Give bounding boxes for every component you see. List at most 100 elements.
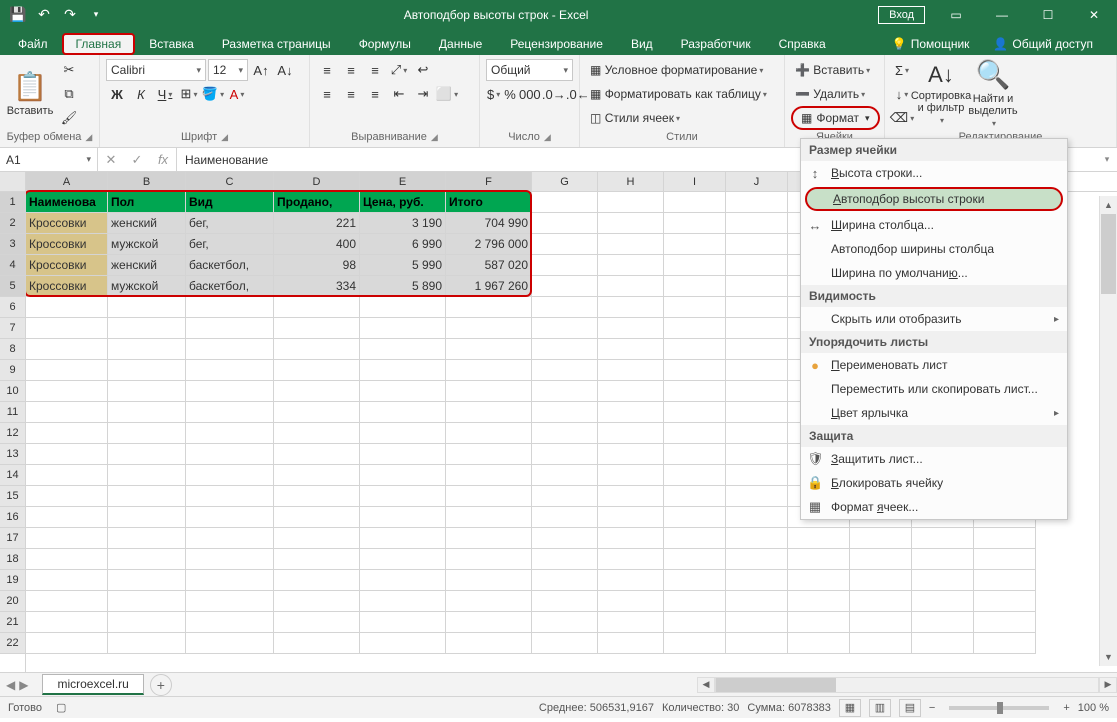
row-header[interactable]: 3 (0, 234, 25, 255)
cell[interactable] (360, 633, 446, 654)
align-bottom-icon[interactable]: ≡ (364, 59, 386, 81)
font-color-icon[interactable]: A (226, 83, 248, 105)
dd-default-width[interactable]: Ширина по умолчанию... (801, 261, 1067, 285)
cell[interactable] (26, 402, 108, 423)
cell[interactable] (598, 570, 664, 591)
cell[interactable] (532, 423, 598, 444)
indent-right-icon[interactable]: ⇥ (412, 83, 434, 105)
cell[interactable] (850, 591, 912, 612)
cell[interactable] (532, 318, 598, 339)
cut-icon[interactable]: ✂ (58, 59, 80, 81)
cell[interactable] (912, 570, 974, 591)
cell[interactable] (26, 423, 108, 444)
cell[interactable] (598, 423, 664, 444)
cell[interactable] (532, 297, 598, 318)
row-header[interactable]: 1 (0, 192, 25, 213)
cell[interactable] (26, 633, 108, 654)
borders-icon[interactable]: ⊞ (178, 83, 200, 105)
cell[interactable] (186, 633, 274, 654)
cell[interactable]: баскетбол, (186, 276, 274, 297)
cell[interactable]: 5 890 (360, 276, 446, 297)
dd-tab-color[interactable]: Цвет ярлычка (801, 401, 1067, 425)
horizontal-scrollbar[interactable]: ◀ ▶ (697, 677, 1117, 693)
cell[interactable] (598, 549, 664, 570)
cell[interactable]: Кроссовки (26, 234, 108, 255)
cell[interactable] (726, 486, 788, 507)
cell[interactable] (26, 570, 108, 591)
cell[interactable] (532, 192, 598, 213)
cell[interactable] (726, 255, 788, 276)
cell[interactable] (850, 633, 912, 654)
copy-icon[interactable]: ⧉ (58, 83, 80, 105)
cell-styles-button[interactable]: ◫ Стили ячеек (586, 109, 684, 127)
cell[interactable] (850, 549, 912, 570)
cell[interactable] (274, 381, 360, 402)
cell[interactable] (850, 528, 912, 549)
cell[interactable] (912, 549, 974, 570)
row-header[interactable]: 18 (0, 549, 25, 570)
percent-icon[interactable]: % (503, 83, 517, 105)
cell[interactable] (664, 234, 726, 255)
cell[interactable] (274, 297, 360, 318)
cell[interactable] (274, 528, 360, 549)
font-size-combo[interactable]: 12 (208, 59, 248, 81)
cell[interactable]: женский (108, 255, 186, 276)
dialog-launcher-icon[interactable]: ◢ (544, 132, 551, 143)
cell[interactable] (974, 633, 1036, 654)
cell[interactable] (726, 339, 788, 360)
column-header[interactable]: F (446, 172, 532, 191)
cell[interactable] (726, 360, 788, 381)
row-header[interactable]: 2 (0, 213, 25, 234)
delete-cells-button[interactable]: ➖ Удалить (791, 85, 869, 103)
ribbon-options-icon[interactable]: ▭ (933, 0, 979, 29)
cell[interactable]: 704 990 (446, 213, 532, 234)
cell[interactable] (726, 465, 788, 486)
cell[interactable] (598, 213, 664, 234)
tab-formulas[interactable]: Формулы (345, 33, 425, 55)
cell[interactable] (974, 528, 1036, 549)
cell[interactable] (532, 255, 598, 276)
cell[interactable] (726, 276, 788, 297)
cell[interactable] (664, 297, 726, 318)
merge-icon[interactable]: ⬜ (436, 83, 458, 105)
grow-font-icon[interactable]: A↑ (250, 59, 272, 81)
row-header[interactable]: 22 (0, 633, 25, 654)
cell[interactable] (598, 297, 664, 318)
cell[interactable] (726, 570, 788, 591)
cell[interactable]: Итого (446, 192, 532, 213)
scroll-thumb[interactable] (1101, 214, 1116, 294)
dd-autofit-row-height[interactable]: Автоподбор высоты строки (805, 187, 1063, 211)
cell[interactable] (26, 360, 108, 381)
cell[interactable]: 587 020 (446, 255, 532, 276)
cell[interactable] (598, 633, 664, 654)
dd-move-copy-sheet[interactable]: Переместить или скопировать лист... (801, 377, 1067, 401)
cell[interactable] (788, 528, 850, 549)
cell[interactable] (108, 318, 186, 339)
cell[interactable] (186, 339, 274, 360)
cell[interactable] (360, 339, 446, 360)
cell[interactable] (788, 591, 850, 612)
cell[interactable] (726, 444, 788, 465)
row-header[interactable]: 17 (0, 528, 25, 549)
cell[interactable] (446, 528, 532, 549)
expand-formula-icon[interactable]: ▾ (1097, 148, 1117, 171)
cell[interactable] (664, 633, 726, 654)
cell[interactable] (186, 297, 274, 318)
cell[interactable] (532, 234, 598, 255)
cell[interactable] (108, 402, 186, 423)
row-header[interactable]: 8 (0, 339, 25, 360)
row-header[interactable]: 7 (0, 318, 25, 339)
dd-autofit-column-width[interactable]: Автоподбор ширины столбца (801, 237, 1067, 261)
cell[interactable] (26, 444, 108, 465)
vertical-scrollbar[interactable]: ▲ ▼ (1099, 196, 1117, 666)
name-box[interactable]: A1 (0, 148, 98, 171)
cell[interactable] (360, 360, 446, 381)
wrap-text-icon[interactable]: ↩ (412, 59, 434, 81)
cell[interactable] (726, 381, 788, 402)
align-right-icon[interactable]: ≡ (364, 83, 386, 105)
cell[interactable] (532, 528, 598, 549)
cell[interactable]: баскетбол, (186, 255, 274, 276)
find-select-button[interactable]: 🔍Найти и выделить (969, 59, 1017, 127)
cell[interactable] (186, 549, 274, 570)
column-header[interactable]: I (664, 172, 726, 191)
